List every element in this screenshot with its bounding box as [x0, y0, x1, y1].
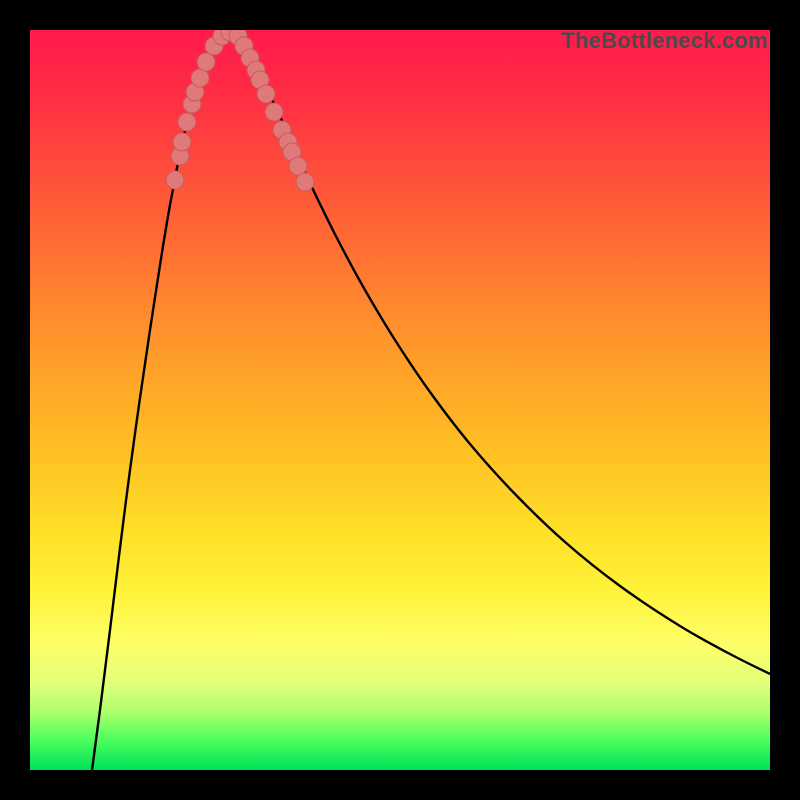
data-dot: [289, 157, 307, 175]
curve-layer: [92, 32, 770, 770]
data-dot: [191, 69, 209, 87]
plot-area: [30, 30, 770, 770]
data-dot: [296, 173, 314, 191]
data-dot: [173, 133, 191, 151]
left-curve: [92, 32, 228, 770]
data-dot: [178, 113, 196, 131]
data-dot: [166, 171, 184, 189]
data-dot: [257, 85, 275, 103]
watermark-text: TheBottleneck.com: [562, 28, 768, 54]
chart-svg: [30, 30, 770, 770]
data-dot: [197, 53, 215, 71]
data-dot: [265, 103, 283, 121]
right-curve: [228, 32, 770, 674]
dots-layer: [166, 30, 314, 191]
outer-frame: TheBottleneck.com: [0, 0, 800, 800]
